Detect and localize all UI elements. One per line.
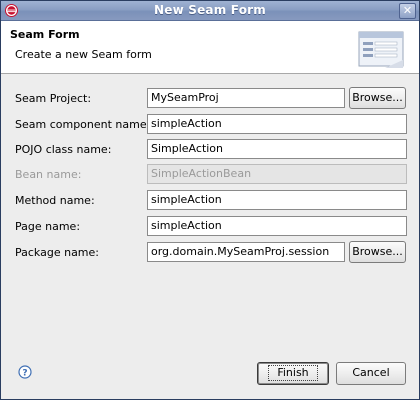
window-title: New Seam Form [154,3,266,17]
seam-component-name-field[interactable]: simpleAction [147,114,407,134]
package-name-field[interactable]: org.domain.MySeamProj.session [147,242,345,262]
close-button[interactable]: ✕ [399,3,416,19]
form-wizard-icon [358,31,404,68]
bean-name-field: SimpleActionBean [147,164,407,184]
finish-button-label: Finish [268,365,318,381]
finish-button[interactable]: Finish [257,362,329,385]
svg-text:?: ? [22,369,27,379]
browse-project-button[interactable]: Browse... [349,87,406,109]
wizard-banner: Seam Form Create a new Seam form [1,21,419,74]
banner-message: Create a new Seam form [15,48,152,61]
page-name-field[interactable]: simpleAction [147,216,407,236]
pojo-class-name-label: POJO class name: [15,143,112,156]
cancel-button[interactable]: Cancel [336,362,406,385]
dialog-window: New Seam Form ✕ Seam Form Create a new S… [0,0,420,400]
bean-name-label: Bean name: [15,168,82,181]
seam-component-name-label: Seam component name: [15,118,151,131]
help-icon[interactable]: ? [18,365,32,379]
close-icon: ✕ [402,4,413,17]
method-name-field[interactable]: simpleAction [147,190,407,210]
method-name-label: Method name: [15,194,95,207]
seam-project-field[interactable]: MySeamProj [147,88,345,108]
seam-project-label: Seam Project: [15,92,92,105]
banner-title: Seam Form [10,28,80,41]
package-name-label: Package name: [15,246,99,259]
browse-package-button[interactable]: Browse... [349,241,406,263]
pojo-class-name-field[interactable]: SimpleAction [147,139,407,159]
page-name-label: Page name: [15,220,81,233]
title-bar[interactable]: New Seam Form ✕ [1,1,419,21]
